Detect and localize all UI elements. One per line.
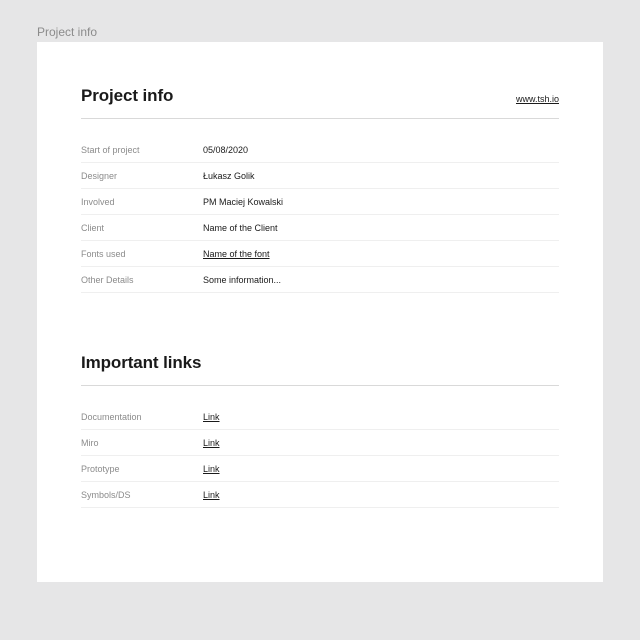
row-value-link[interactable]: Link <box>203 490 220 500</box>
row-label: Prototype <box>81 464 203 474</box>
row-value-link[interactable]: Link <box>203 438 220 448</box>
section2-rows: DocumentationLinkMiroLinkPrototypeLinkSy… <box>81 404 559 508</box>
row-value: Some information... <box>203 275 281 285</box>
row-value: Łukasz Golik <box>203 171 255 181</box>
section2-title: Important links <box>81 353 201 373</box>
row-label: Designer <box>81 171 203 181</box>
row-label: Involved <box>81 197 203 207</box>
outer-label: Project info <box>37 25 97 39</box>
table-row: Symbols/DSLink <box>81 482 559 508</box>
row-value-link[interactable]: Link <box>203 464 220 474</box>
section1-rows: Start of project05/08/2020DesignerŁukasz… <box>81 137 559 293</box>
row-value: PM Maciej Kowalski <box>203 197 283 207</box>
table-row: PrototypeLink <box>81 456 559 482</box>
table-row: ClientName of the Client <box>81 215 559 241</box>
header-link[interactable]: www.tsh.io <box>516 94 559 106</box>
section1-title: Project info <box>81 86 173 106</box>
row-label: Other Details <box>81 275 203 285</box>
row-label: Start of project <box>81 145 203 155</box>
section-gap <box>81 293 559 353</box>
sheet: Project info www.tsh.io Start of project… <box>37 42 603 582</box>
section2-rule <box>81 385 559 386</box>
section1-header: Project info www.tsh.io <box>81 86 559 106</box>
table-row: DesignerŁukasz Golik <box>81 163 559 189</box>
table-row: DocumentationLink <box>81 404 559 430</box>
table-row: Start of project05/08/2020 <box>81 137 559 163</box>
table-row: MiroLink <box>81 430 559 456</box>
table-row: InvolvedPM Maciej Kowalski <box>81 189 559 215</box>
table-row: Fonts usedName of the font <box>81 241 559 267</box>
row-label: Miro <box>81 438 203 448</box>
section2-header: Important links <box>81 353 559 373</box>
section1-rule <box>81 118 559 119</box>
row-value: 05/08/2020 <box>203 145 248 155</box>
row-value-link[interactable]: Name of the font <box>203 249 270 259</box>
row-label: Documentation <box>81 412 203 422</box>
row-value-link[interactable]: Link <box>203 412 220 422</box>
row-label: Client <box>81 223 203 233</box>
table-row: Other DetailsSome information... <box>81 267 559 293</box>
row-value: Name of the Client <box>203 223 278 233</box>
row-label: Fonts used <box>81 249 203 259</box>
row-label: Symbols/DS <box>81 490 203 500</box>
